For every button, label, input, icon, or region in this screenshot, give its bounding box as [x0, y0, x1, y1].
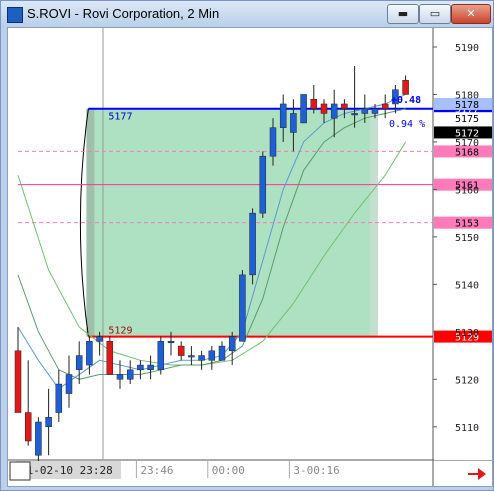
y-tick-label: 5170	[455, 138, 479, 149]
candle-body	[35, 421, 42, 456]
candle-body	[55, 383, 63, 413]
zone-high-label: 5177	[108, 112, 132, 123]
candle-body	[24, 412, 32, 442]
change-value-label: +0.48	[391, 95, 421, 106]
y-tick-label: 5180	[455, 90, 479, 101]
minimize-button[interactable]: ▬	[387, 4, 419, 24]
title-bar[interactable]: S.ROVI - Rovi Corporation, 2 Min ▬ ▭ ✕	[1, 1, 493, 27]
candle-body	[86, 341, 93, 366]
candle-body	[167, 341, 175, 344]
candle-body	[290, 113, 297, 133]
zone-low-label: 5129	[108, 326, 132, 337]
chart-client-area: 5177 5129 5168 5161 5153 5177 5129 5178 5175 5172…	[7, 27, 493, 487]
candle-body	[310, 98, 318, 109]
candle-body	[228, 336, 236, 352]
candle-body	[188, 355, 195, 358]
candle-body	[402, 79, 409, 95]
candle-body	[157, 341, 165, 371]
candle-body	[249, 212, 256, 276]
candle-body	[300, 94, 307, 124]
candle-body	[279, 103, 287, 128]
candle-body	[381, 103, 389, 109]
candle-body	[177, 345, 185, 356]
corner-box	[9, 461, 31, 481]
chart-app-icon	[7, 7, 23, 23]
candle-body	[14, 350, 22, 413]
candle-body	[239, 274, 246, 342]
candle-body	[208, 350, 216, 361]
candle-body	[371, 108, 379, 114]
close-button[interactable]: ✕	[451, 4, 491, 24]
candle-body	[259, 155, 267, 214]
y-tick-label: 5110	[455, 423, 479, 434]
price-tag-5175: 5175	[455, 114, 479, 125]
candle-body	[330, 103, 338, 119]
candle-body	[198, 355, 205, 361]
candle-body	[137, 364, 144, 371]
y-tick-label: 5120	[455, 375, 479, 386]
candle-body	[116, 374, 124, 380]
x-label: 11-02-10 23:28	[20, 464, 113, 477]
price-tag-5178: 5178	[455, 100, 479, 111]
restore-button[interactable]: ▭	[419, 4, 451, 24]
y-tick-label: 5160	[455, 185, 479, 196]
x-label: 3-00:16	[293, 464, 339, 477]
candle-body	[218, 345, 226, 361]
level-tag-5168: 5168	[455, 147, 479, 158]
price-chart[interactable]: 5177512951685161515351775129517851755172…	[8, 28, 492, 486]
candle-body	[45, 417, 52, 428]
candle-body	[126, 369, 134, 380]
candle-body	[341, 103, 348, 109]
x-label: 23:46	[140, 464, 173, 477]
candle-body	[75, 355, 83, 371]
candle-body	[361, 108, 369, 114]
scroll-right-arrow-icon	[468, 468, 486, 480]
x-label: 00:00	[212, 464, 245, 477]
level-tag-5153: 5153	[455, 219, 479, 230]
candle-body	[96, 336, 103, 342]
candle-body	[147, 364, 154, 371]
candle-body	[106, 341, 114, 375]
y-tick-label: 5140	[455, 280, 479, 291]
candle-body	[65, 374, 73, 394]
candle-body	[269, 127, 277, 157]
candle-body	[320, 103, 328, 114]
y-tick-label: 5130	[455, 328, 479, 339]
candle-body	[351, 113, 358, 116]
y-tick-label: 5150	[455, 233, 479, 244]
chart-window: S.ROVI - Rovi Corporation, 2 Min ▬ ▭ ✕ 5…	[0, 0, 494, 491]
window-title: S.ROVI - Rovi Corporation, 2 Min	[27, 6, 220, 21]
y-tick-label: 5190	[455, 43, 479, 54]
change-percent-label: 0.94 %	[389, 119, 425, 130]
